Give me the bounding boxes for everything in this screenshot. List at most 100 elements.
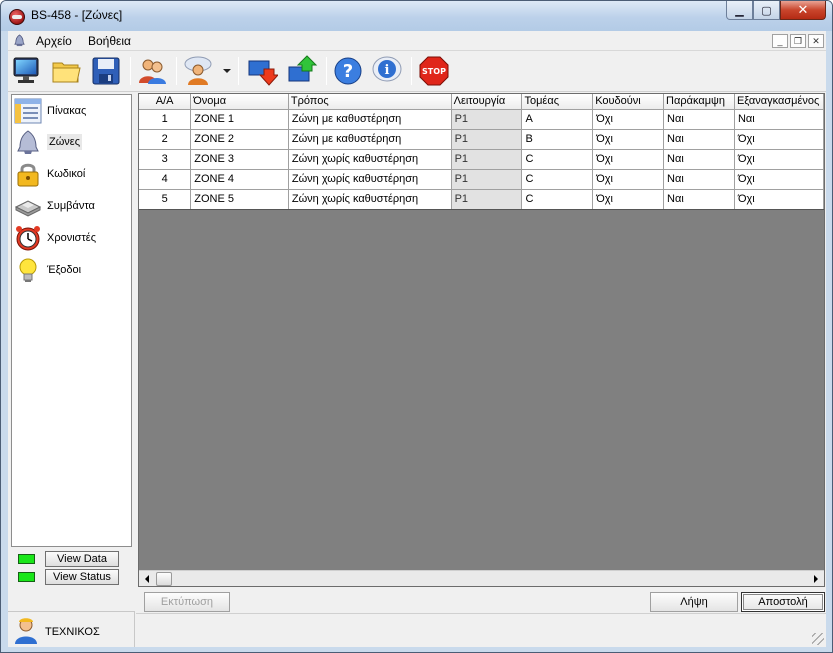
cell-name[interactable]: ZONE 3 [190,149,289,170]
table-row[interactable]: 3 ZONE 3 Ζώνη χωρίς καθυστέρηση P1 C Όχι… [139,149,825,170]
alarm-clock-icon [16,226,40,251]
sidebar-item-events[interactable]: Συμβάντα [12,191,131,221]
table-row[interactable]: 5 ZONE 5 Ζώνη χωρίς καθυστέρηση P1 C Όχι… [139,189,825,210]
svg-text:i: i [385,63,390,78]
sidebar-item-label: Έξοδοι [47,264,82,276]
print-button[interactable]: Εκτύπωση [144,592,230,612]
cell-index[interactable]: 5 [139,189,192,210]
cell-forced[interactable]: Ναι [734,109,825,130]
cell-function[interactable]: P1 [451,169,523,190]
cell-forced[interactable]: Όχι [734,169,825,190]
scroll-right-arrow-icon[interactable] [808,571,824,587]
column-header[interactable]: Α/Α [139,94,192,110]
user-name: ΤΕΧΝΙΚΟΣ [45,626,100,638]
info-icon[interactable]: i [371,55,403,87]
chevron-down-icon[interactable] [223,69,231,73]
stop-icon[interactable]: STOP [418,55,450,87]
cell-forced[interactable]: Όχι [734,149,825,170]
horizontal-scrollbar[interactable] [139,570,824,586]
cell-sector[interactable]: C [521,149,594,170]
menu-file[interactable]: Αρχείο [36,34,72,48]
column-header[interactable]: Τρόπος [288,94,452,110]
cell-name[interactable]: ZONE 2 [190,129,289,150]
download-icon[interactable] [246,55,278,87]
column-header[interactable]: Όνομα [190,94,289,110]
menu-help[interactable]: Βοήθεια [88,34,131,48]
cell-index[interactable]: 3 [139,149,192,170]
cell-bell[interactable]: Όχι [592,189,665,210]
cell-sector[interactable]: B [521,129,594,150]
cell-name[interactable]: ZONE 5 [190,189,289,210]
maximize-button[interactable]: ▢ [753,1,780,20]
cell-bypass[interactable]: Ναι [663,169,735,190]
cell-sector[interactable]: A [521,109,594,130]
cell-function[interactable]: P1 [451,109,523,130]
status-led [18,572,35,582]
user-chat-icon[interactable] [182,55,214,87]
cell-bell[interactable]: Όχι [592,109,665,130]
cell-index[interactable]: 4 [139,169,192,190]
cell-mode[interactable]: Ζώνη χωρίς καθυστέρηση [288,149,452,170]
cell-bypass[interactable]: Ναι [663,109,735,130]
column-header[interactable]: Τομέας [521,94,594,110]
cell-forced[interactable]: Όχι [734,129,825,150]
scroll-left-arrow-icon[interactable] [139,571,155,587]
table-row[interactable]: 2 ZONE 2 Ζώνη με καθυστέρηση P1 B Όχι Να… [139,129,825,150]
cell-forced[interactable]: Όχι [734,189,825,210]
view-data-button[interactable]: View Data [45,551,119,567]
cell-function[interactable]: P1 [451,189,523,210]
column-header[interactable]: Παράκαμψη [663,94,735,110]
title-bar[interactable]: BS-458 - [Ζώνες] ▁ ▢ ✕ [1,1,832,31]
cell-bell[interactable]: Όχι [592,149,665,170]
cell-mode[interactable]: Ζώνη χωρίς καθυστέρηση [288,189,452,210]
view-status-button[interactable]: View Status [45,569,119,585]
table-row[interactable]: 4 ZONE 4 Ζώνη χωρίς καθυστέρηση P1 C Όχι… [139,169,825,190]
cell-bell[interactable]: Όχι [592,169,665,190]
minimize-button[interactable]: ▁ [726,1,753,20]
events-icon [14,200,42,217]
sidebar-item-outputs[interactable]: Έξοδοι [12,255,131,285]
open-folder-icon[interactable] [50,55,82,87]
sidebar-item-codes[interactable]: Κωδικοί [12,159,131,189]
cell-name[interactable]: ZONE 4 [190,169,289,190]
scrollbar-thumb[interactable] [156,572,172,586]
cell-bell[interactable]: Όχι [592,129,665,150]
table-row[interactable]: 1 ZONE 1 Ζώνη με καθυστέρηση P1 A Όχι Να… [139,109,825,130]
cell-mode[interactable]: Ζώνη με καθυστέρηση [288,109,452,130]
client-area: Αρχείο Βοήθεια _ ❐ ✕ ? i STOP Πίνακας Ζώ… [8,31,826,647]
cell-sector[interactable]: C [521,169,594,190]
cell-mode[interactable]: Ζώνη με καθυστέρηση [288,129,452,150]
zone-bell-icon[interactable] [13,34,26,47]
upload-icon[interactable] [286,55,318,87]
users-icon[interactable] [136,55,168,87]
mdi-minimize-button[interactable]: _ [772,34,788,48]
monitor-icon[interactable] [11,55,43,87]
cell-bypass[interactable]: Ναι [663,149,735,170]
sidebar-item-panel[interactable]: Πίνακας [12,96,131,126]
send-button[interactable]: Αποστολή [741,592,825,612]
sidebar-item-timers[interactable]: Χρονιστές [12,223,131,253]
mdi-restore-button[interactable]: ❐ [790,34,806,48]
cell-function[interactable]: P1 [451,149,523,170]
help-icon[interactable]: ? [332,55,364,87]
cell-bypass[interactable]: Ναι [663,129,735,150]
column-header[interactable]: Λειτουργία [451,94,523,110]
close-button[interactable]: ✕ [780,1,826,20]
mdi-close-button[interactable]: ✕ [808,34,824,48]
resize-grip-icon[interactable] [812,633,824,645]
zones-grid-area: Α/Α Όνομα Τρόπος Λειτουργία Τομέας Κουδο… [138,93,825,587]
column-header[interactable]: Κουδούνι [592,94,665,110]
cell-index[interactable]: 1 [139,109,192,130]
app-window: BS-458 - [Ζώνες] ▁ ▢ ✕ Αρχείο Βοήθεια _ … [0,0,833,653]
sidebar-item-zones[interactable]: Ζώνες [12,127,131,157]
cell-name[interactable]: ZONE 1 [190,109,289,130]
cell-index[interactable]: 2 [139,129,192,150]
cell-sector[interactable]: C [521,189,594,210]
cell-mode[interactable]: Ζώνη χωρίς καθυστέρηση [288,169,452,190]
column-header[interactable]: Εξαναγκασμένος [734,94,825,110]
cell-function[interactable]: P1 [451,129,523,150]
receive-button[interactable]: Λήψη [650,592,738,612]
cell-bypass[interactable]: Ναι [663,189,735,210]
app-logo-icon[interactable] [9,9,25,25]
save-icon[interactable] [90,55,122,87]
